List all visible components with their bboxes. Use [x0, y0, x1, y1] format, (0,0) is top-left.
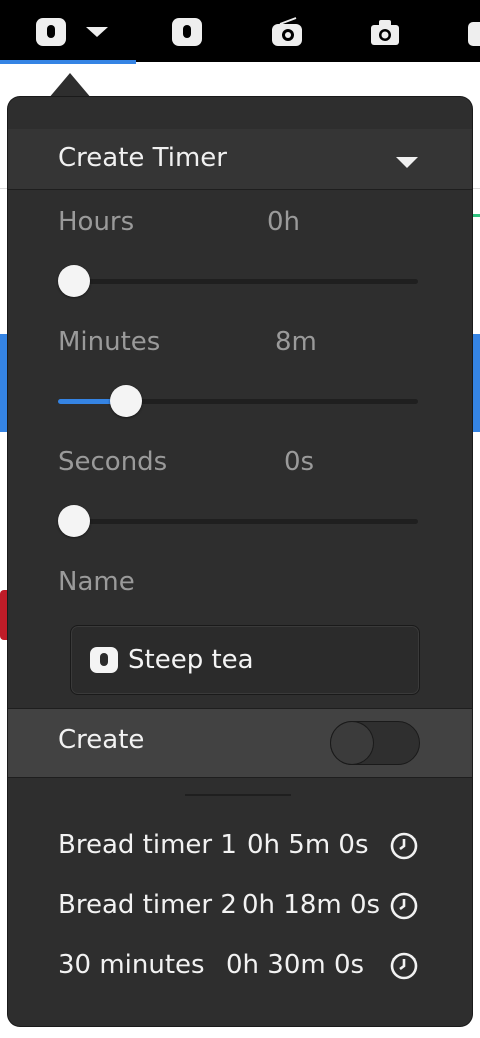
minutes-label: Minutes	[58, 327, 161, 357]
preset-row[interactable]: 30 minutes 0h 30m 0s	[8, 942, 472, 990]
minutes-value: 8m	[275, 327, 317, 357]
preset-row[interactable]: Bread timer 1 0h 5m 0s	[8, 822, 472, 870]
panel-cup-button[interactable]	[466, 14, 480, 50]
create-timer-header[interactable]: Create Timer	[8, 129, 472, 190]
cup-icon	[468, 22, 480, 46]
timer-name-value: Steep tea	[128, 645, 254, 675]
preset-name: Bread timer 1	[58, 830, 237, 860]
slider-handle[interactable]	[58, 505, 90, 537]
preset-time: 0h 30m 0s	[226, 950, 365, 980]
separator	[185, 794, 291, 796]
clock-icon[interactable]	[389, 831, 419, 861]
timer-icon	[36, 18, 66, 46]
active-indicator	[0, 60, 136, 64]
panel-timer-menu-button[interactable]	[34, 14, 110, 50]
create-toggle[interactable]	[330, 721, 420, 765]
timer-icon	[90, 647, 118, 673]
header-title: Create Timer	[58, 143, 227, 173]
clock-icon[interactable]	[389, 891, 419, 921]
hours-label: Hours	[58, 207, 135, 237]
seconds-slider[interactable]	[58, 505, 418, 537]
preset-row[interactable]: Bread timer 2 0h 18m 0s	[8, 882, 472, 930]
create-label: Create	[58, 725, 145, 755]
panel-camera-button[interactable]	[369, 14, 401, 50]
panel-radio-button[interactable]	[270, 14, 304, 50]
create-row: Create	[8, 708, 472, 778]
chevron-down-icon	[86, 27, 108, 37]
hours-slider[interactable]	[58, 265, 418, 297]
camera-icon	[371, 20, 399, 45]
name-label: Name	[58, 567, 135, 597]
minutes-slider[interactable]	[58, 385, 418, 417]
seconds-label: Seconds	[58, 447, 168, 477]
radio-icon	[272, 17, 302, 46]
clock-icon[interactable]	[389, 951, 419, 981]
preset-time: 0h 18m 0s	[242, 890, 381, 920]
timer-name-input[interactable]: Steep tea	[70, 625, 420, 695]
preset-name: 30 minutes	[58, 950, 205, 980]
slider-handle[interactable]	[58, 265, 90, 297]
panel-timer-button[interactable]	[170, 14, 204, 50]
preset-time: 0h 5m 0s	[247, 830, 369, 860]
popover-pointer	[48, 73, 92, 99]
hours-value: 0h	[267, 207, 301, 237]
top-panel	[0, 0, 480, 64]
toggle-knob	[331, 722, 373, 764]
create-timer-popover: Create Timer Hours 0h Minutes 8m Seconds…	[8, 97, 472, 1026]
seconds-value: 0s	[284, 447, 315, 477]
chevron-down-icon	[396, 157, 418, 168]
timer-icon	[172, 18, 202, 46]
slider-handle[interactable]	[110, 385, 143, 417]
preset-name: Bread timer 2	[58, 890, 237, 920]
